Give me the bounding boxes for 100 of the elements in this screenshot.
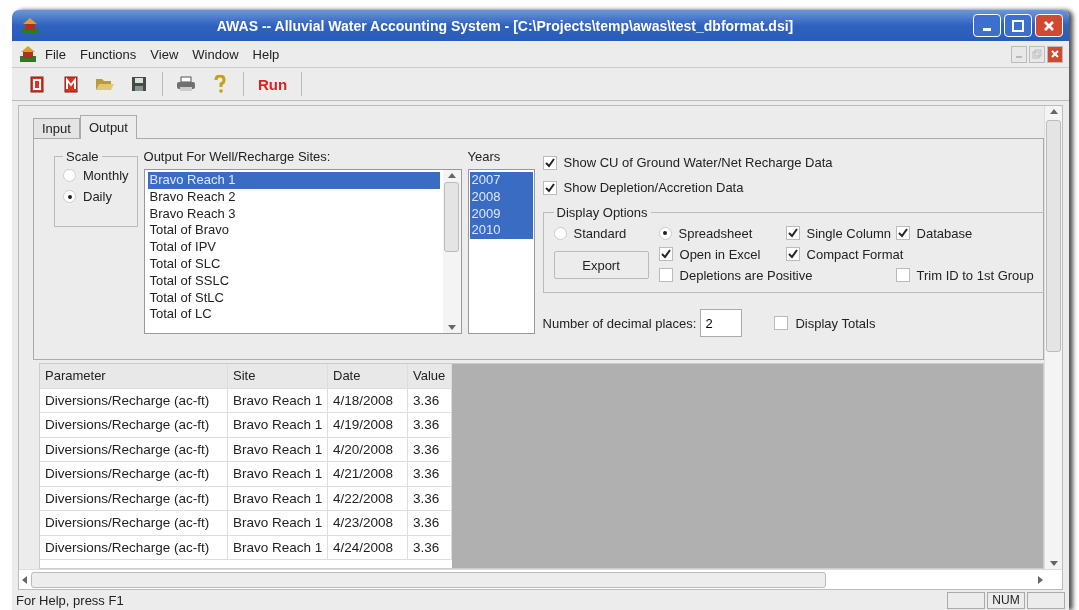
status-panel — [947, 591, 985, 609]
option-label: Monthly — [83, 168, 129, 183]
option-label: Standard — [573, 225, 627, 241]
scroll-right-icon[interactable] — [1038, 575, 1044, 584]
menu-item[interactable]: Help — [245, 46, 287, 62]
list-item[interactable]: Bravo Reach 1 — [147, 172, 440, 189]
list-item[interactable]: Total of IPV — [147, 239, 440, 256]
table-cell: Diversions/Recharge (ac-ft) — [40, 462, 228, 487]
table-cell: 3.36 — [408, 388, 452, 413]
save-icon[interactable] — [131, 76, 147, 92]
scroll-down-icon[interactable] — [447, 325, 456, 331]
close-icon — [1050, 49, 1060, 59]
list-item[interactable]: Bravo Reach 2 — [147, 188, 440, 206]
decimal-places-field[interactable]: 2 — [700, 309, 743, 337]
table-cell: Diversions/Recharge (ac-ft) — [40, 413, 228, 438]
list-item[interactable]: 2010 — [469, 222, 533, 240]
radio-button[interactable] — [63, 190, 76, 203]
checkbox[interactable] — [542, 180, 557, 195]
list-item[interactable]: Total of SSLC — [147, 272, 440, 290]
column-header[interactable]: Parameter — [40, 364, 228, 389]
checkbox[interactable] — [895, 268, 910, 282]
scrollbar[interactable] — [442, 170, 461, 333]
radio-button[interactable] — [658, 226, 672, 240]
maximize-button[interactable] — [1004, 14, 1032, 37]
table-cell: Bravo Reach 1 — [228, 511, 328, 536]
sites-list[interactable]: Bravo Reach 1 Bravo Reach 2 Bravo Reach 3 Total of Bravo Total of IPV Total of SLC Total of SSLC Total of StLC Total of LC — [143, 169, 462, 334]
table-cell: Diversions/Recharge (ac-ft) — [40, 388, 228, 413]
list-item[interactable]: Total of StLC — [147, 289, 440, 307]
tab[interactable]: Output — [79, 115, 137, 139]
document-icon[interactable] — [64, 75, 78, 93]
menu-item[interactable]: Window — [185, 46, 246, 62]
table-cell: 3.36 — [408, 511, 452, 536]
option-label: Spreadsheet — [678, 225, 753, 241]
document-icon[interactable] — [30, 75, 44, 93]
option-label: Daily — [83, 189, 112, 204]
option-label: Display Totals — [795, 315, 876, 331]
option-label: Single Column — [806, 225, 892, 241]
table-cell: 4/22/2008 — [328, 486, 408, 511]
scroll-left-icon[interactable] — [21, 575, 27, 584]
list-item[interactable]: Total of Bravo — [147, 222, 440, 240]
menu-item[interactable]: File — [38, 46, 73, 62]
list-label: Output For Well/Recharge Sites: — [143, 149, 332, 166]
option-label: Depletions are Positive — [679, 267, 813, 283]
printer-icon[interactable] — [176, 76, 196, 92]
scroll-up-icon[interactable] — [1049, 108, 1058, 114]
checkbox[interactable] — [785, 226, 800, 240]
list-item[interactable]: 2007 — [469, 172, 533, 189]
table-cell: 3.36 — [408, 486, 452, 511]
close-icon — [1043, 19, 1055, 32]
radio-button[interactable] — [553, 226, 567, 240]
table-cell: Diversions/Recharge (ac-ft) — [40, 535, 228, 560]
status-text: For Help, press F1 — [16, 592, 125, 608]
scrollbar[interactable] — [1044, 106, 1062, 569]
option-label: Show Depletion/Accretion Data — [563, 180, 744, 195]
column-header[interactable]: Date — [328, 364, 408, 389]
checkbox[interactable] — [774, 316, 789, 330]
checkbox[interactable] — [658, 268, 673, 282]
table-cell: 4/24/2008 — [328, 535, 408, 560]
maximize-icon — [1012, 19, 1024, 32]
group-title: Display Options — [555, 205, 649, 220]
minimize-icon — [983, 28, 991, 31]
close-button[interactable] — [1047, 45, 1063, 63]
table-cell: Diversions/Recharge (ac-ft) — [40, 437, 228, 462]
table-cell: 3.36 — [408, 413, 452, 438]
radio-button[interactable] — [63, 169, 76, 182]
list-item[interactable]: Total of SLC — [147, 256, 440, 273]
list-label: Years — [467, 149, 502, 166]
table-cell: Bravo Reach 1 — [228, 462, 328, 487]
list-item[interactable]: Bravo Reach 3 — [147, 205, 440, 223]
option-label: Open in Excel — [679, 246, 761, 262]
option-label: Show CU of Ground Water/Net Recharge Data — [563, 155, 833, 170]
list-item[interactable]: Total of LC — [147, 306, 440, 324]
restore-icon — [1032, 49, 1042, 59]
column-header[interactable]: Site — [228, 364, 328, 389]
menu-item[interactable]: Functions — [72, 46, 144, 62]
house-icon — [18, 44, 38, 64]
column-header[interactable]: Value — [408, 364, 452, 389]
option-label: Trim ID to 1st Group — [916, 267, 1034, 283]
tab[interactable]: Input — [33, 118, 80, 138]
field-label: Number of decimal places: — [542, 315, 697, 331]
checkbox[interactable] — [895, 226, 910, 240]
table-cell: Bravo Reach 1 — [228, 535, 328, 560]
group-title: Scale — [65, 149, 100, 164]
table-cell: Bravo Reach 1 — [228, 437, 328, 462]
scroll-down-icon[interactable] — [1049, 561, 1058, 567]
option-label: Compact Format — [806, 246, 904, 262]
export-button[interactable]: Export — [553, 251, 649, 279]
scroll-up-icon[interactable] — [447, 172, 456, 178]
table-cell: Bravo Reach 1 — [228, 388, 328, 413]
run-button[interactable]: Run — [252, 75, 294, 93]
years-list[interactable]: 2007 2008 2009 2010 — [467, 169, 535, 334]
table-cell: Bravo Reach 1 — [228, 486, 328, 511]
table-cell: Diversions/Recharge (ac-ft) — [40, 486, 228, 511]
checkbox[interactable] — [542, 155, 557, 170]
menu-item[interactable]: View — [143, 46, 186, 62]
scrollbar[interactable] — [19, 569, 1062, 589]
table-cell: 4/18/2008 — [328, 388, 408, 413]
checkbox[interactable] — [785, 247, 800, 261]
table-cell: 4/20/2008 — [328, 437, 408, 462]
checkbox[interactable] — [658, 247, 673, 261]
